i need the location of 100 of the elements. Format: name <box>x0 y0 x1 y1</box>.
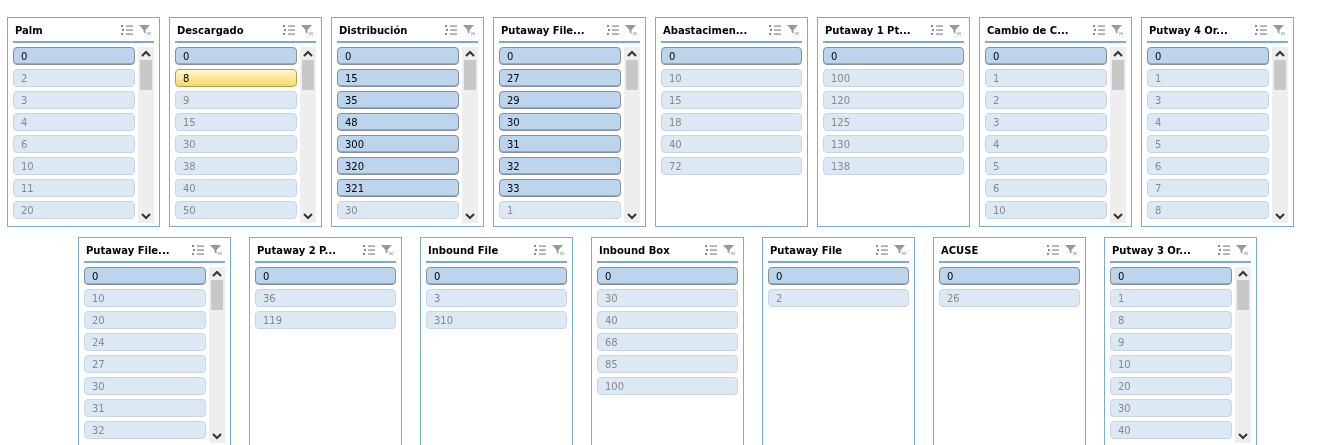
scroll-up-icon[interactable] <box>464 50 476 58</box>
list-item[interactable]: 10 <box>985 201 1107 219</box>
scroll-thumb[interactable] <box>626 60 638 90</box>
list-icon[interactable] <box>362 244 376 256</box>
scroll-down-icon[interactable] <box>1112 212 1124 220</box>
scroll-up-icon[interactable] <box>1274 50 1286 58</box>
clear-filter-icon[interactable] <box>209 244 223 256</box>
list-item[interactable]: 0 <box>1147 47 1269 65</box>
list-item[interactable]: 4 <box>13 113 135 131</box>
list-icon[interactable] <box>704 244 718 256</box>
list-item[interactable]: 40 <box>661 135 802 153</box>
list-item[interactable]: 33 <box>499 179 621 197</box>
scroll-up-icon[interactable] <box>302 50 314 58</box>
list-item[interactable]: 310 <box>426 311 567 329</box>
list-item[interactable]: 40 <box>597 311 738 329</box>
list-item[interactable]: 6 <box>13 135 135 153</box>
list-item[interactable]: 3 <box>13 91 135 109</box>
list-item[interactable]: 26 <box>939 289 1080 307</box>
clear-filter-icon[interactable] <box>551 244 565 256</box>
scrollbar[interactable] <box>624 47 640 223</box>
list-icon[interactable] <box>444 24 458 36</box>
list-item[interactable]: 50 <box>175 201 297 219</box>
list-item[interactable]: 0 <box>337 47 459 65</box>
scroll-up-icon[interactable] <box>211 270 223 278</box>
scroll-up-icon[interactable] <box>626 50 638 58</box>
list-icon[interactable] <box>120 24 134 36</box>
list-icon[interactable] <box>1092 24 1106 36</box>
list-icon[interactable] <box>533 244 547 256</box>
list-item[interactable]: 0 <box>1110 267 1232 285</box>
list-icon[interactable] <box>191 244 205 256</box>
list-item[interactable]: 1 <box>499 201 621 219</box>
list-item[interactable]: 1 <box>1110 289 1232 307</box>
list-item[interactable]: 2 <box>985 91 1107 109</box>
clear-filter-icon[interactable] <box>1110 24 1124 36</box>
list-item[interactable]: 32 <box>499 157 621 175</box>
scroll-up-icon[interactable] <box>1112 50 1124 58</box>
list-item[interactable]: 30 <box>84 377 206 395</box>
scrollbar[interactable] <box>300 47 316 223</box>
list-item[interactable]: 1 <box>985 69 1107 87</box>
list-item[interactable]: 1 <box>1147 69 1269 87</box>
list-item[interactable]: 18 <box>661 113 802 131</box>
clear-filter-icon[interactable] <box>624 24 638 36</box>
list-item[interactable]: 38 <box>175 157 297 175</box>
list-item[interactable]: 15 <box>337 69 459 87</box>
list-item[interactable]: 8 <box>175 69 297 87</box>
list-item[interactable]: 9 <box>1110 333 1232 351</box>
list-item[interactable]: 20 <box>84 311 206 329</box>
list-item[interactable]: 8 <box>1147 201 1269 219</box>
list-item[interactable]: 3 <box>985 113 1107 131</box>
list-item[interactable]: 32 <box>84 421 206 439</box>
scroll-thumb[interactable] <box>140 60 152 90</box>
list-icon[interactable] <box>282 24 296 36</box>
scroll-thumb[interactable] <box>302 60 314 90</box>
list-icon[interactable] <box>1217 244 1231 256</box>
list-item[interactable]: 68 <box>597 333 738 351</box>
list-item[interactable]: 27 <box>84 355 206 373</box>
list-item[interactable]: 30 <box>1110 399 1232 417</box>
list-icon[interactable] <box>1046 244 1060 256</box>
list-item[interactable]: 31 <box>499 135 621 153</box>
scrollbar[interactable] <box>138 47 154 223</box>
clear-filter-icon[interactable] <box>462 24 476 36</box>
list-item[interactable]: 11 <box>13 179 135 197</box>
scroll-up-icon[interactable] <box>140 50 152 58</box>
list-item[interactable]: 130 <box>823 135 964 153</box>
list-item[interactable]: 10 <box>13 157 135 175</box>
clear-filter-icon[interactable] <box>893 244 907 256</box>
list-item[interactable]: 36 <box>255 289 396 307</box>
list-item[interactable]: 0 <box>939 267 1080 285</box>
scroll-thumb[interactable] <box>1237 280 1249 310</box>
list-item[interactable]: 10 <box>661 69 802 87</box>
scroll-down-icon[interactable] <box>302 212 314 220</box>
scroll-up-icon[interactable] <box>1237 270 1249 278</box>
list-item[interactable]: 5 <box>1147 135 1269 153</box>
clear-filter-icon[interactable] <box>380 244 394 256</box>
list-item[interactable]: 10 <box>84 289 206 307</box>
list-item[interactable]: 0 <box>13 47 135 65</box>
list-item[interactable]: 15 <box>175 113 297 131</box>
clear-filter-icon[interactable] <box>138 24 152 36</box>
list-icon[interactable] <box>768 24 782 36</box>
scroll-down-icon[interactable] <box>1274 212 1286 220</box>
list-icon[interactable] <box>606 24 620 36</box>
list-item[interactable]: 30 <box>597 289 738 307</box>
list-item[interactable]: 6 <box>1147 157 1269 175</box>
list-item[interactable]: 20 <box>1110 377 1232 395</box>
list-item[interactable]: 120 <box>823 91 964 109</box>
scrollbar[interactable] <box>209 267 225 443</box>
scroll-down-icon[interactable] <box>464 212 476 220</box>
list-item[interactable]: 29 <box>499 91 621 109</box>
list-item[interactable]: 4 <box>1147 113 1269 131</box>
scroll-down-icon[interactable] <box>140 212 152 220</box>
scroll-down-icon[interactable] <box>1237 432 1249 440</box>
scroll-thumb[interactable] <box>1112 60 1124 90</box>
list-item[interactable]: 0 <box>985 47 1107 65</box>
list-item[interactable]: 31 <box>84 399 206 417</box>
list-item[interactable]: 24 <box>84 333 206 351</box>
list-icon[interactable] <box>875 244 889 256</box>
list-item[interactable]: 30 <box>337 201 459 219</box>
scroll-thumb[interactable] <box>211 280 223 310</box>
list-item[interactable]: 8 <box>1110 311 1232 329</box>
list-item[interactable]: 40 <box>1110 421 1232 439</box>
